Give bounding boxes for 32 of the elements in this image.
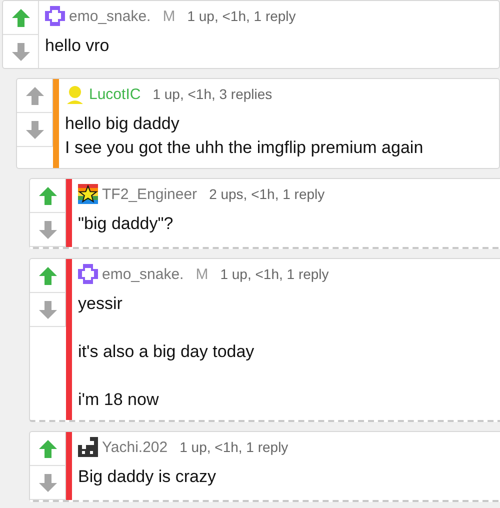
comment-meta: 1 up, <1h, 1 reply: [187, 8, 296, 24]
username[interactable]: emo_snake.: [102, 266, 184, 282]
cross-avatar-icon: [45, 6, 65, 26]
cross-avatar-icon: [78, 264, 98, 284]
comment-text: yessir it's also a big day today i'm 18 now: [78, 293, 256, 411]
comment-text: "big daddy"?: [78, 213, 174, 235]
comment-meta: 1 up, <1h, 1 reply: [220, 266, 329, 282]
downvote-arrow-icon[interactable]: [38, 472, 58, 492]
username[interactable]: emo_snake.: [69, 8, 151, 24]
downvote-arrow-icon[interactable]: [38, 220, 58, 240]
comment-meta: 2 ups, <1h, 1 reply: [209, 186, 325, 202]
downvote-arrow-icon[interactable]: [10, 42, 30, 62]
moderator-label: M: [162, 8, 176, 24]
upvote-arrow-icon[interactable]: [38, 186, 58, 206]
pixel-avatar-icon: [78, 437, 98, 457]
comment-meta: 1 up, <1h, 1 reply: [180, 439, 288, 455]
star-avatar-icon: [78, 184, 98, 204]
username[interactable]: Yachi.202: [102, 438, 168, 456]
person-avatar-icon: [65, 84, 85, 104]
downvote-arrow-icon[interactable]: [24, 120, 44, 140]
upvote-arrow-icon[interactable]: [10, 8, 30, 28]
username[interactable]: LucotIC: [89, 86, 141, 102]
upvote-arrow-icon[interactable]: [38, 438, 58, 458]
username[interactable]: TF2_Engineer: [102, 186, 198, 202]
comment-text: hello vro: [45, 35, 110, 57]
comment-text: hello big daddy I see you got the uhh the imgflip premium again: [65, 113, 424, 159]
upvote-arrow-icon[interactable]: [24, 86, 44, 106]
moderator-label: M: [196, 266, 208, 282]
upvote-arrow-icon[interactable]: [38, 266, 58, 286]
comment-meta: 1 up, <1h, 3 replies: [152, 86, 272, 102]
comment-text: Big daddy is crazy: [78, 466, 217, 488]
downvote-arrow-icon[interactable]: [38, 300, 58, 320]
